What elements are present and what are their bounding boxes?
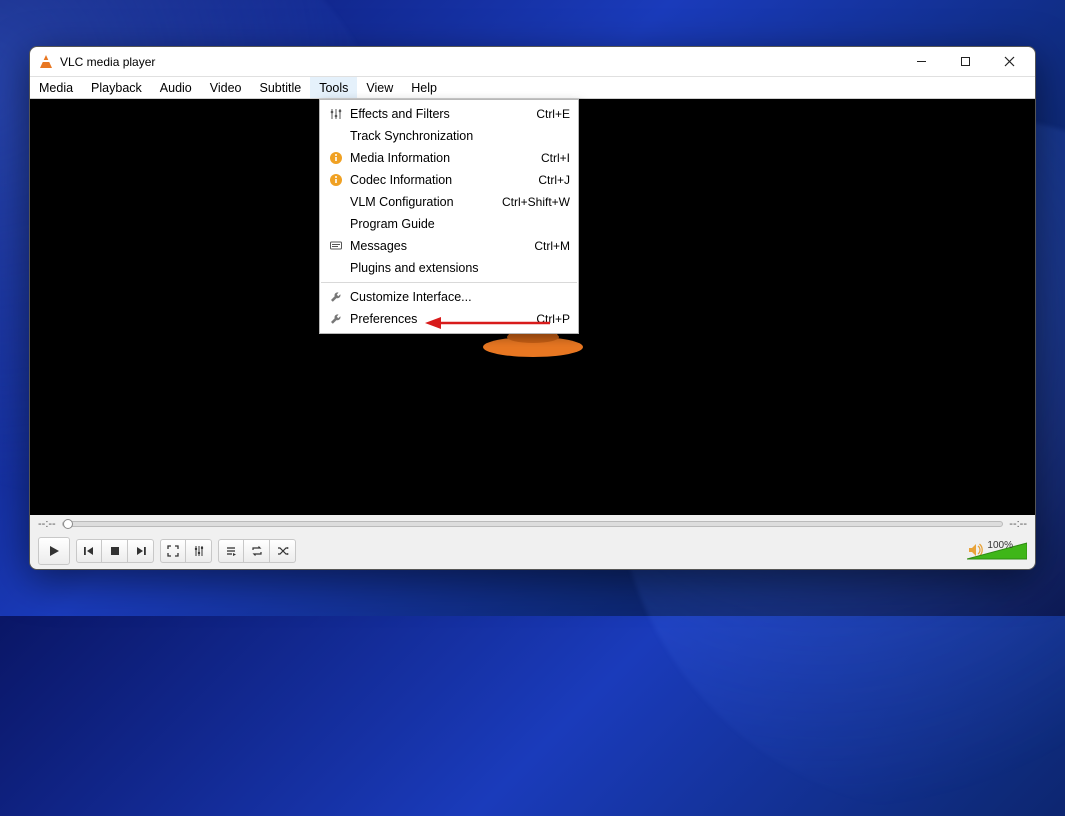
- menu-help[interactable]: Help: [402, 77, 446, 98]
- menuitem-program-guide[interactable]: Program Guide: [320, 213, 578, 235]
- titlebar: VLC media player: [30, 47, 1035, 77]
- loop-button[interactable]: [244, 539, 270, 563]
- menu-subtitle[interactable]: Subtitle: [251, 77, 311, 98]
- menuitem-customize-interface[interactable]: Customize Interface...: [320, 286, 578, 308]
- close-button[interactable]: [987, 48, 1031, 76]
- menubar: Media Playback Audio Video Subtitle Tool…: [30, 77, 1035, 99]
- playback-controls: 100%: [30, 533, 1035, 569]
- menu-media[interactable]: Media: [30, 77, 82, 98]
- sliders-icon: [326, 107, 346, 121]
- menu-video[interactable]: Video: [201, 77, 251, 98]
- menuitem-track-sync[interactable]: Track Synchronization: [320, 125, 578, 147]
- fullscreen-button[interactable]: [160, 539, 186, 563]
- video-area[interactable]: Effects and Filters Ctrl+E Track Synchro…: [30, 99, 1035, 515]
- info-icon: [326, 173, 346, 187]
- next-button[interactable]: [128, 539, 154, 563]
- time-total[interactable]: --:--: [1009, 518, 1027, 530]
- wrench-icon: [326, 312, 346, 326]
- seek-bar-row: --:-- --:--: [30, 515, 1035, 533]
- time-elapsed[interactable]: --:--: [38, 518, 56, 530]
- menuitem-effects-filters[interactable]: Effects and Filters Ctrl+E: [320, 103, 578, 125]
- annotation-arrow: [425, 314, 555, 335]
- volume-percent: 100%: [987, 540, 1013, 551]
- playlist-button[interactable]: [218, 539, 244, 563]
- window-controls: [899, 48, 1031, 76]
- vlc-window: VLC media player Media Playback Audio Vi…: [29, 46, 1036, 570]
- volume-area: 100%: [967, 540, 1027, 563]
- tools-dropdown: Effects and Filters Ctrl+E Track Synchro…: [319, 99, 579, 334]
- menu-separator: [321, 282, 577, 283]
- vlc-cone-icon: [38, 54, 54, 70]
- menuitem-codec-info[interactable]: Codec Information Ctrl+J: [320, 169, 578, 191]
- info-icon: [326, 151, 346, 165]
- previous-button[interactable]: [76, 539, 102, 563]
- seek-thumb[interactable]: [63, 519, 73, 529]
- menuitem-vlm-config[interactable]: VLM Configuration Ctrl+Shift+W: [320, 191, 578, 213]
- menu-playback[interactable]: Playback: [82, 77, 151, 98]
- shuffle-button[interactable]: [270, 539, 296, 563]
- menu-audio[interactable]: Audio: [151, 77, 201, 98]
- play-button[interactable]: [38, 537, 70, 565]
- extended-settings-button[interactable]: [186, 539, 212, 563]
- wrench-icon: [326, 290, 346, 304]
- maximize-button[interactable]: [943, 48, 987, 76]
- menuitem-plugins-ext[interactable]: Plugins and extensions: [320, 257, 578, 279]
- seek-slider[interactable]: [62, 521, 1004, 527]
- window-title: VLC media player: [60, 55, 155, 69]
- menuitem-media-info[interactable]: Media Information Ctrl+I: [320, 147, 578, 169]
- menu-tools[interactable]: Tools: [310, 77, 357, 98]
- stop-button[interactable]: [102, 539, 128, 563]
- menu-view[interactable]: View: [357, 77, 402, 98]
- minimize-button[interactable]: [899, 48, 943, 76]
- message-icon: [326, 239, 346, 253]
- menuitem-messages[interactable]: Messages Ctrl+M: [320, 235, 578, 257]
